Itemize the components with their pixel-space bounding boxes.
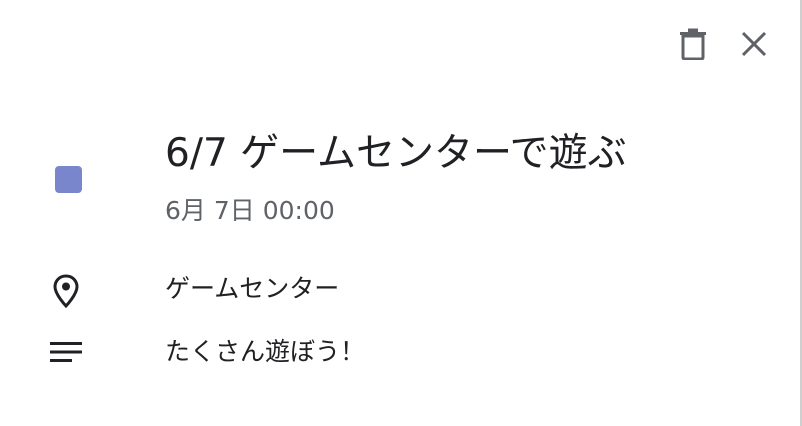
- notes-lines-icon: [46, 332, 86, 372]
- event-datetime: 6月 7日 00:00: [165, 196, 335, 225]
- event-detail-card: 6/7 ゲームセンターで遊ぶ 6月 7日 00:00 ゲームセンター たくさん遊…: [0, 0, 802, 426]
- trash-icon: [680, 28, 706, 60]
- event-title: 6/7 ゲームセンターで遊ぶ: [165, 131, 627, 176]
- event-color-swatch: [55, 166, 82, 193]
- delete-button[interactable]: [669, 20, 717, 68]
- location-pin-icon: [46, 271, 86, 311]
- close-button[interactable]: [730, 20, 778, 68]
- event-location: ゲームセンター: [165, 274, 340, 303]
- event-description: たくさん遊ぼう！: [165, 337, 366, 366]
- close-icon: [741, 31, 767, 57]
